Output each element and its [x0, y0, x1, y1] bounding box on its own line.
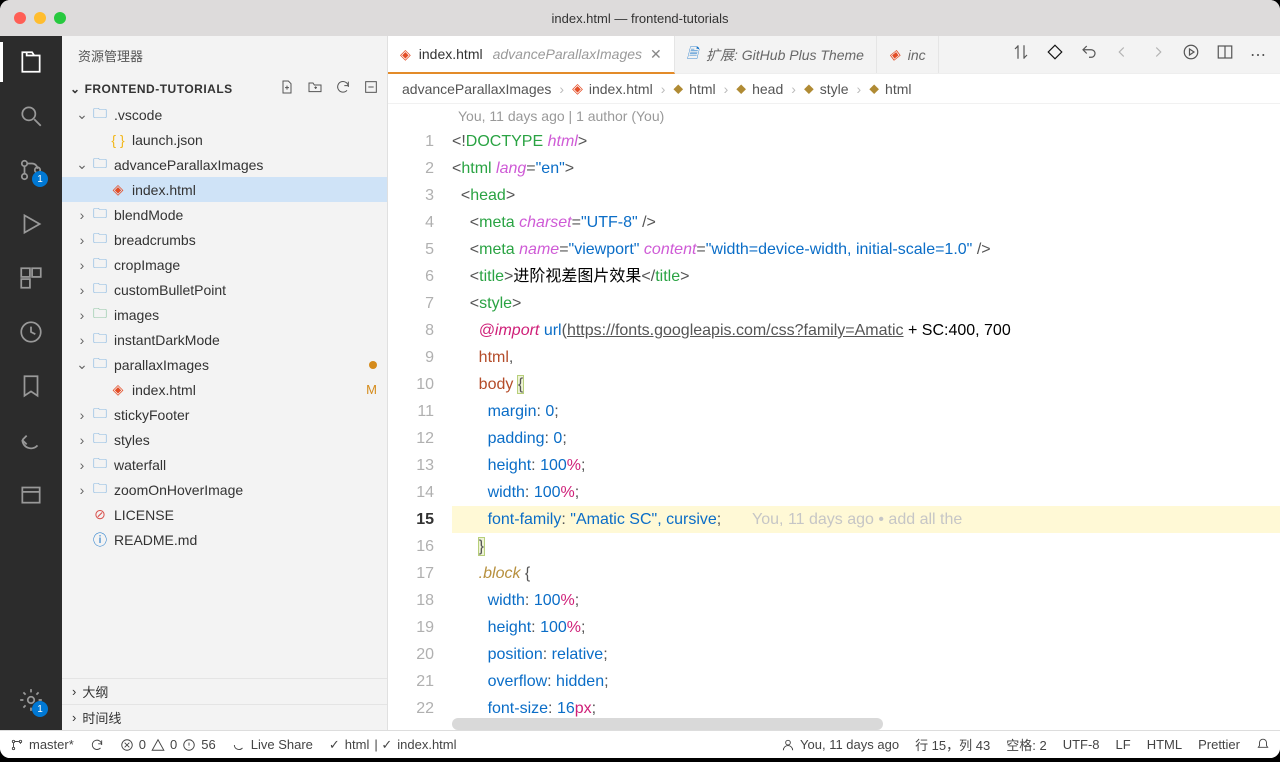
prev-icon[interactable]: [1114, 43, 1132, 66]
status-bar: master* 0 0 56 Live Share ✓ html | ✓ ind…: [0, 730, 1280, 758]
window: index.html — frontend-tutorials 1 1 资源管理…: [0, 0, 1280, 758]
settings-icon[interactable]: 1: [17, 686, 45, 714]
undo-icon[interactable]: [1080, 43, 1098, 66]
debug-icon[interactable]: [17, 210, 45, 238]
next-icon[interactable]: [1148, 43, 1166, 66]
cursor-pos[interactable]: 行 15，列 43: [915, 735, 990, 754]
copilot-icon[interactable]: [1046, 43, 1064, 66]
timeline-section[interactable]: ›时间线: [62, 704, 387, 730]
code-body[interactable]: <!DOCTYPE html><html lang="en"> <head> <…: [452, 128, 1280, 730]
tree-item[interactable]: ⊘LICENSE: [62, 502, 387, 527]
tree-item[interactable]: ◈index.html: [62, 177, 387, 202]
scm-badge: 1: [32, 171, 48, 187]
tree-item[interactable]: ›🗀blendMode: [62, 202, 387, 227]
breadcrumbs[interactable]: advanceParallaxImages› ◈index.html› ⬥htm…: [388, 74, 1280, 104]
tree-item[interactable]: ›🗀images: [62, 302, 387, 327]
tree-item[interactable]: ›🗀cropImage: [62, 252, 387, 277]
html-file-icon: ◈: [400, 46, 411, 63]
editor-area: ◈ index.html advanceParallaxImages ✕ 🗎 扩…: [388, 36, 1280, 730]
tabs-bar: ◈ index.html advanceParallaxImages ✕ 🗎 扩…: [388, 36, 1280, 74]
run-icon[interactable]: [1182, 43, 1200, 66]
lang-check[interactable]: ✓ html | ✓ index.html: [329, 737, 457, 753]
new-folder-icon[interactable]: [307, 79, 323, 98]
encoding[interactable]: UTF-8: [1063, 737, 1100, 752]
tab-sublabel: advanceParallaxImages: [493, 46, 642, 62]
liveshare[interactable]: Live Share: [232, 737, 313, 752]
problems[interactable]: 0 0 56: [120, 737, 216, 752]
file-tree[interactable]: ⌄🗀.vscode{ }launch.json⌄🗀advanceParallax…: [62, 102, 387, 678]
titlebar[interactable]: index.html — frontend-tutorials: [0, 0, 1280, 36]
bookmark-icon[interactable]: [17, 372, 45, 400]
tabs-actions: ⋯: [998, 36, 1280, 73]
blame-status[interactable]: You, 11 days ago: [781, 737, 899, 752]
project-header[interactable]: ⌄ FRONTEND-TUTORIALS: [62, 75, 387, 102]
html-file-icon: ◈: [889, 46, 900, 63]
tab-label: inc: [908, 47, 926, 63]
tab-index-html[interactable]: ◈ index.html advanceParallaxImages ✕: [388, 36, 675, 74]
tree-item[interactable]: { }launch.json: [62, 127, 387, 152]
chevron-down-icon: ⌄: [70, 82, 81, 96]
sync-icon[interactable]: [90, 738, 104, 752]
timeline-icon[interactable]: [17, 318, 45, 346]
search-icon[interactable]: [17, 102, 45, 130]
sidebar-title: 资源管理器: [62, 36, 387, 75]
new-file-icon[interactable]: [279, 79, 295, 98]
close-icon[interactable]: ✕: [650, 46, 662, 63]
settings-badge: 1: [32, 701, 48, 717]
codelens[interactable]: You, 11 days ago | 1 author (You): [388, 104, 1280, 128]
project-icon[interactable]: [17, 480, 45, 508]
refresh-icon[interactable]: [335, 79, 351, 98]
tab-label: index.html: [419, 46, 483, 62]
prettier[interactable]: Prettier: [1198, 737, 1240, 752]
tree-item[interactable]: ›🗀styles: [62, 427, 387, 452]
indent[interactable]: 空格: 2: [1006, 735, 1046, 754]
tree-item[interactable]: ◈index.htmlM: [62, 377, 387, 402]
tree-item[interactable]: ›🗀breadcrumbs: [62, 227, 387, 252]
notifications-icon[interactable]: [1256, 738, 1270, 752]
sidebar: 资源管理器 ⌄ FRONTEND-TUTORIALS ⌄🗀.vscode{ }l…: [62, 36, 388, 730]
split-icon[interactable]: [1216, 43, 1234, 66]
language-mode[interactable]: HTML: [1147, 737, 1182, 752]
tree-item[interactable]: ⌄🗀.vscode: [62, 102, 387, 127]
tab-label: 扩展: GitHub Plus Theme: [706, 45, 864, 65]
compare-icon[interactable]: [1012, 43, 1030, 66]
file-icon: 🗎: [687, 43, 698, 67]
tree-item[interactable]: ›🗀waterfall: [62, 452, 387, 477]
tab-inc[interactable]: ◈ inc: [877, 36, 939, 73]
collapse-icon[interactable]: [363, 79, 379, 98]
tree-item[interactable]: ⌄🗀parallaxImages: [62, 352, 387, 377]
extensions-icon[interactable]: [17, 264, 45, 292]
tree-item[interactable]: ›🗀instantDarkMode: [62, 327, 387, 352]
project-name: FRONTEND-TUTORIALS: [85, 82, 233, 96]
tree-item[interactable]: ›🗀zoomOnHoverImage: [62, 477, 387, 502]
tab-extension[interactable]: 🗎 扩展: GitHub Plus Theme: [675, 36, 877, 73]
code-editor[interactable]: 12345678910111213141516171819202122 <!DO…: [388, 128, 1280, 730]
more-icon[interactable]: ⋯: [1250, 45, 1266, 65]
git-branch[interactable]: master*: [10, 737, 74, 752]
share-icon[interactable]: [17, 426, 45, 454]
main: 1 1 资源管理器 ⌄ FRONTEND-TUTORIALS: [0, 36, 1280, 730]
outline-section[interactable]: ›大纲: [62, 678, 387, 704]
tree-item[interactable]: ›🗀stickyFooter: [62, 402, 387, 427]
eol[interactable]: LF: [1116, 737, 1131, 752]
window-title: index.html — frontend-tutorials: [0, 11, 1280, 26]
tree-item[interactable]: ›🗀customBulletPoint: [62, 277, 387, 302]
tree-item[interactable]: ⌄🗀advanceParallaxImages: [62, 152, 387, 177]
explorer-icon[interactable]: [17, 48, 45, 76]
tree-item[interactable]: ⓘREADME.md: [62, 527, 387, 552]
source-control-icon[interactable]: 1: [17, 156, 45, 184]
line-gutter: 12345678910111213141516171819202122: [388, 128, 452, 730]
activity-bar: 1 1: [0, 36, 62, 730]
